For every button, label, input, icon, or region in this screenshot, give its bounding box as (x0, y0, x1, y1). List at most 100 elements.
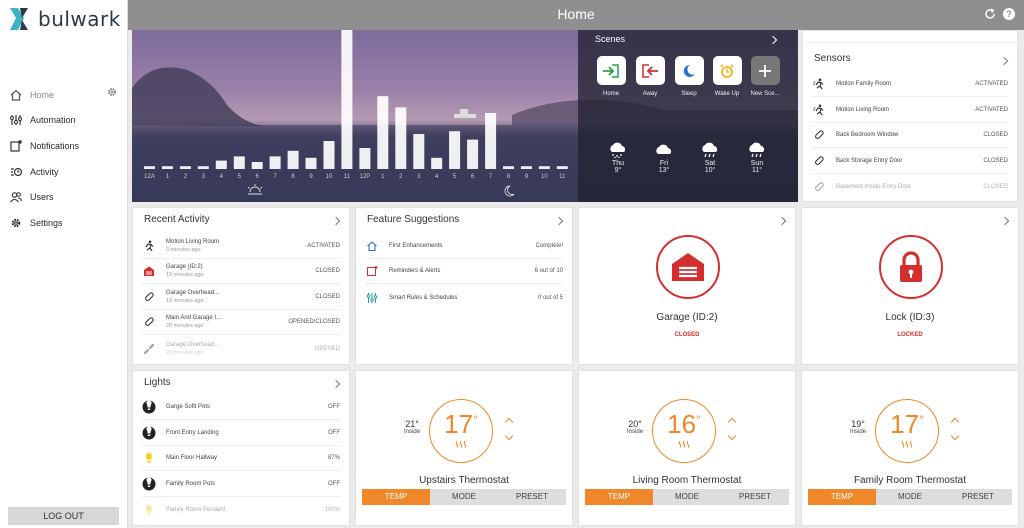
activity-icon (9, 165, 23, 179)
scene-label: Sleep (681, 91, 697, 97)
garage-chevron-icon[interactable] (777, 216, 787, 226)
recent-activity-title: Recent Activity (144, 214, 210, 225)
sensor-row[interactable]: Back Bedroom Window CLOSED (812, 123, 1008, 148)
bulb-on-icon (142, 503, 156, 517)
sensors-card: Sensors Motion Family Room ACTIVATED Moti… (802, 30, 1018, 202)
temp-down-icon[interactable] (727, 431, 737, 441)
lock-card[interactable]: Lock (ID:3) LOCKED (801, 207, 1019, 365)
activity-row[interactable]: Main And Garage I... 20 minutes ago OPENED… (142, 310, 340, 335)
sensor-row[interactable]: Basement Inside Entry Door CLOSED (812, 174, 1008, 199)
sensor-status: ACTIVATED (975, 107, 1008, 113)
recent-activity-chevron-icon[interactable] (331, 216, 341, 226)
tab-preset[interactable]: PRESET (721, 489, 789, 505)
scene-new[interactable]: New Sce... (749, 56, 781, 97)
sensor-row[interactable]: Motion Living Room ACTIVATED (812, 98, 1008, 123)
heat-icon (455, 440, 467, 448)
feature-row[interactable]: Reminders & Alerts 6 out of 10 (365, 259, 563, 284)
scene-away[interactable]: Away (634, 56, 666, 97)
activity-time: 20 minutes ago (166, 323, 204, 329)
garage-name: Garage (ID:2) (656, 312, 718, 323)
lights-chevron-icon[interactable] (331, 379, 341, 389)
hour-activity-bar (233, 156, 245, 169)
temp-up-icon[interactable] (504, 417, 514, 427)
light-name: Main Floor Hallway (166, 455, 218, 461)
tab-temp[interactable]: TEMP (585, 489, 653, 505)
sidebar-item-settings[interactable]: Settings (0, 210, 128, 236)
sidebar-item-label: Activity (30, 166, 59, 177)
lock-icon[interactable] (879, 235, 943, 299)
thermostat-card-family-room: 19° Inside 17° Family Room Thermostat TEM… (801, 370, 1019, 526)
light-row[interactable]: Family Room Pots OFF (142, 472, 340, 497)
refresh-icon[interactable] (984, 8, 996, 20)
activity-row[interactable]: Motion Living Room 3 minutes ago ACTIVATED (142, 234, 340, 259)
light-row[interactable]: Garge Sofit Pots OFF (142, 395, 340, 420)
scene-wake-up[interactable]: Wake Up (711, 56, 743, 97)
weather-temp: 11° (751, 167, 763, 174)
hour-activity-bar (215, 160, 227, 169)
tab-preset[interactable]: PRESET (498, 489, 566, 505)
garage-card[interactable]: Garage (ID:2) CLOSED (578, 207, 796, 365)
scene-home[interactable]: Home (595, 56, 627, 97)
sidebar-item-notifications[interactable]: Notifications (0, 133, 128, 159)
sensor-row[interactable]: Motion Family Room ACTIVATED (812, 72, 1008, 97)
brand-logo[interactable]: bulwark (8, 6, 121, 32)
activity-row[interactable]: Garage Overhead... 19 minutes ago CLOSED (142, 285, 340, 310)
light-row[interactable]: Front Entry Landing OFF (142, 421, 340, 446)
hour-label: 4 (435, 174, 439, 180)
feature-row[interactable]: First Enhancements Complete! (365, 234, 563, 259)
thermostat-card-upstairs: 21° Inside 17° Upstairs Thermostat TEMP MO… (355, 370, 573, 526)
hour-label: 7 (273, 174, 277, 180)
hour-label: 9 (524, 174, 529, 180)
sensor-row[interactable]: Back Storage Entry Door CLOSED (812, 149, 1008, 174)
logout-button[interactable]: LOG OUT (8, 507, 119, 525)
light-row[interactable]: Main Floor Hallway 87% (142, 446, 340, 471)
tab-mode[interactable]: MODE (430, 489, 498, 505)
hour-activity-bar (538, 166, 550, 169)
sidebar-item-users[interactable]: Users (0, 184, 128, 210)
gear-icon (9, 216, 23, 230)
hour-activity-bar (377, 96, 389, 169)
sidebar-item-label: Home (30, 89, 55, 100)
heat-icon (678, 440, 690, 448)
sidebar-item-automation[interactable]: Automation (0, 108, 128, 134)
feature-suggestions-chevron-icon[interactable] (554, 216, 564, 226)
leave-home-icon (635, 56, 665, 85)
activity-row[interactable]: Garage (ID:2) 19 minutes ago CLOSED (142, 259, 340, 284)
garage-icon (142, 264, 156, 278)
activity-row[interactable]: Garage Overhead... 20 minutes ago OPENED (142, 336, 340, 361)
feature-row[interactable]: Smart Rules & Schedules 0 out of 5 (365, 285, 563, 310)
inside-temp: 21° Inside (403, 419, 420, 435)
home-settings-gear-icon[interactable] (107, 87, 117, 97)
temp-up-icon[interactable] (727, 417, 737, 427)
sidebar-item-activity[interactable]: Activity (0, 159, 128, 185)
help-icon[interactable]: ? (1003, 8, 1015, 20)
tab-temp[interactable]: TEMP (808, 489, 876, 505)
setpoint-dial[interactable]: 16° (652, 399, 716, 463)
weather-temp: 10° (704, 167, 716, 174)
tab-temp[interactable]: TEMP (362, 489, 430, 505)
home-icon (9, 88, 23, 102)
sensor-name: Back Storage Entry Door (836, 158, 903, 164)
tab-preset[interactable]: PRESET (944, 489, 1012, 505)
weather-temp: 9° (614, 167, 622, 174)
lock-chevron-icon[interactable] (1000, 216, 1010, 226)
activity-status: CLOSED (315, 268, 340, 274)
tab-mode[interactable]: MODE (653, 489, 721, 505)
weather-day: Fri 13° (651, 142, 677, 174)
sensors-chevron-icon[interactable] (999, 56, 1009, 66)
scene-sleep[interactable]: Sleep (673, 56, 705, 97)
light-row[interactable]: Family Room Pendant 100% (142, 497, 340, 522)
tab-mode[interactable]: MODE (876, 489, 944, 505)
setpoint-dial[interactable]: 17° (875, 399, 939, 463)
garage-door-icon[interactable] (656, 235, 720, 299)
activity-status: OPENED/CLOSED (288, 319, 340, 325)
scenes-title: Scenes (595, 34, 626, 44)
scenes-chevron-icon[interactable] (768, 35, 778, 45)
temp-up-icon[interactable] (950, 417, 960, 427)
hour-activity-bar (179, 166, 191, 169)
temp-down-icon[interactable] (950, 431, 960, 441)
arrive-home-icon (596, 56, 626, 85)
hour-activity-bar (503, 166, 514, 169)
temp-down-icon[interactable] (504, 431, 514, 441)
setpoint-dial[interactable]: 17° (429, 399, 493, 463)
